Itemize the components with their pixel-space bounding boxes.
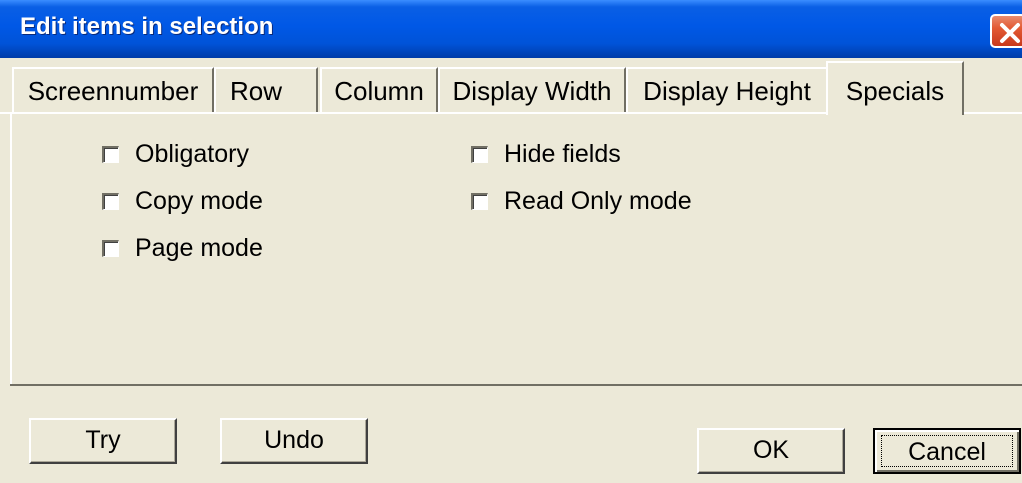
- checkbox-label: Copy mode: [135, 187, 263, 215]
- page-mode-checkbox[interactable]: Page mode: [102, 234, 263, 263]
- tab-row[interactable]: Row: [214, 67, 318, 113]
- close-button[interactable]: [990, 14, 1022, 48]
- checkbox-box[interactable]: [102, 240, 119, 257]
- tab-label: Row: [230, 76, 283, 106]
- tab-label: Display Height: [643, 76, 811, 106]
- undo-button[interactable]: Undo: [220, 418, 368, 464]
- read-only-mode-checkbox[interactable]: Read Only mode: [471, 187, 692, 216]
- tab-specials[interactable]: Specials: [826, 61, 964, 115]
- tab-display-width[interactable]: Display Width: [438, 67, 626, 113]
- checkbox-label: Page mode: [135, 234, 263, 262]
- tab-column[interactable]: Column: [320, 67, 438, 113]
- checkbox-box[interactable]: [471, 193, 488, 210]
- checkbox-box[interactable]: [102, 193, 119, 210]
- close-icon: [1000, 23, 1020, 43]
- tab-label: Screennumber: [27, 76, 199, 106]
- copy-mode-checkbox[interactable]: Copy mode: [102, 187, 263, 216]
- tab-strip: Screennumber Row Column Display Width Di…: [0, 58, 1022, 115]
- tab-label: Specials: [845, 76, 945, 106]
- try-button[interactable]: Try: [29, 418, 177, 464]
- ok-button[interactable]: OK: [697, 428, 845, 474]
- title-bar[interactable]: Edit items in selection: [0, 0, 1022, 58]
- checkbox-label: Read Only mode: [504, 187, 692, 215]
- checkbox-box[interactable]: [471, 146, 488, 163]
- cancel-button-label: Cancel: [881, 435, 1013, 467]
- checkbox-label: Hide fields: [504, 140, 621, 168]
- hide-fields-checkbox[interactable]: Hide fields: [471, 140, 621, 169]
- checkbox-box[interactable]: [102, 146, 119, 163]
- obligatory-checkbox[interactable]: Obligatory: [102, 140, 249, 169]
- active-tab-gap: [828, 112, 962, 114]
- tab-screennumber[interactable]: Screennumber: [12, 67, 214, 113]
- tab-display-height[interactable]: Display Height: [626, 67, 828, 113]
- tab-divider-right: [964, 112, 1022, 114]
- cancel-button[interactable]: Cancel: [873, 428, 1021, 474]
- window-title: Edit items in selection: [20, 13, 274, 40]
- tab-label: Column: [334, 76, 424, 106]
- specials-panel: Obligatory Copy mode Page mode Hide fiel…: [12, 114, 1022, 386]
- dialog-window: Edit items in selection Screennumber Row…: [0, 0, 1022, 483]
- checkbox-label: Obligatory: [135, 140, 249, 168]
- tab-label: Display Width: [452, 76, 612, 106]
